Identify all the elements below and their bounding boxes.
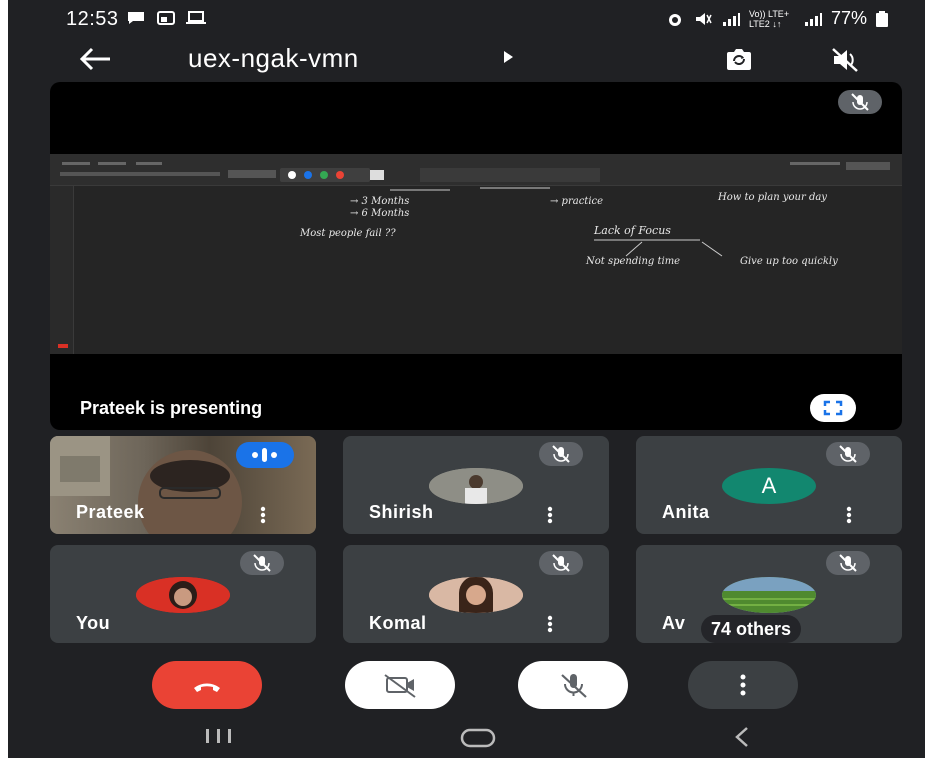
speaker-off-icon[interactable] [830,46,860,74]
note-most-people-fail: Most people fail ?? [299,228,396,239]
participant-name: Anita [662,502,710,522]
participant-tile-you[interactable]: You [50,545,316,643]
mic-off-icon [539,551,583,575]
call-end-icon [194,683,220,692]
mute-icon [693,11,713,27]
mic-off-icon [561,674,587,698]
mic-off-button[interactable] [518,661,628,709]
note-lack-of-focus: Lack of Focus [593,224,671,237]
participant-name: Shirish [369,502,434,522]
notification-icons [126,10,206,26]
camera-off-button[interactable] [345,661,455,709]
audio-wave-icon [252,448,277,462]
avatar: A [722,468,816,504]
cast-icon [156,10,176,26]
participant-tile-anita[interactable]: A Anita [636,436,902,534]
participant-name: Komal [369,613,427,633]
participant-name: Av [662,613,686,633]
presentation-view[interactable]: → 3 Months → 6 Months Most people fail ?… [50,82,902,430]
participant-tile-others[interactable]: Av 74 others [636,545,902,643]
note-plan-your-day: How to plan your day [717,192,827,203]
presenter-mic-off-chip [838,90,882,114]
carrier-label: Vo)) LTE+ LTE2 ↓↑ [748,8,790,29]
videocam-off-icon [384,674,416,698]
meeting-code[interactable]: uex-ngak-vmn [188,43,359,74]
mic-off-icon [826,442,870,466]
avatar [136,577,230,613]
meeting-app-bar: uex-ngak-vmn [8,38,925,82]
mic-off-icon [240,551,284,575]
signal-icon-2 [803,11,823,27]
others-count-badge[interactable]: 74 others [701,615,802,643]
whiteboard-handwriting: → 3 Months → 6 Months Most people fail ?… [299,187,838,267]
mic-off-icon [826,551,870,575]
status-time: 12:53 [66,8,119,30]
signal-icon [721,11,741,27]
recent-apps-icon[interactable] [204,727,234,745]
battery-icon [875,10,895,27]
more-vert-icon[interactable] [547,615,553,633]
participant-tile-komal[interactable]: Komal [343,545,609,643]
participant-tile-prateek[interactable]: Prateek [50,436,316,534]
android-nav-bar [8,715,925,758]
end-call-button[interactable] [152,661,262,709]
more-vert-icon[interactable] [547,506,553,524]
back-arrow-icon[interactable] [76,44,112,74]
more-vert-icon[interactable] [260,506,266,524]
participant-tile-shirish[interactable]: Shirish [343,436,609,534]
mic-off-icon [539,442,583,466]
avatar [429,468,523,504]
camera-switch-icon[interactable] [723,46,755,74]
fullscreen-button[interactable] [810,394,856,422]
note-practice: → practice [550,196,603,207]
more-options-button[interactable] [688,661,798,709]
status-bar: 12:53 Vo)) LTE+ LTE2 ↓↑ 77% [8,0,925,38]
message-icon [126,10,146,26]
home-icon[interactable] [460,727,496,749]
note-not-spending-time: Not spending time [585,256,680,267]
shared-whiteboard: → 3 Months → 6 Months Most people fail ?… [50,154,902,354]
speaking-indicator [236,442,294,468]
avatar [722,577,816,613]
chevron-right-icon[interactable] [504,51,513,63]
note-3-months: → 3 Months [350,196,409,207]
battery-percent: 77% [830,8,867,28]
presenting-label: Prateek is presenting [80,398,263,418]
call-controls [8,655,925,715]
participant-name: You [76,613,111,633]
back-icon[interactable] [732,725,752,749]
note-give-up: Give up too quickly [740,256,838,267]
laptop-icon [186,10,206,26]
more-vert-icon[interactable] [846,506,852,524]
note-6-months: → 6 Months [350,208,409,219]
fullscreen-icon [823,400,843,416]
more-vert-icon [740,674,746,696]
system-icons: Vo)) LTE+ LTE2 ↓↑ 77% [665,8,895,29]
avatar [429,577,523,613]
phone-screen: 12:53 Vo)) LTE+ LTE2 ↓↑ 77% uex-ngak-vmn… [8,0,925,758]
participant-name: Prateek [76,502,145,522]
alarm-icon [665,11,685,27]
